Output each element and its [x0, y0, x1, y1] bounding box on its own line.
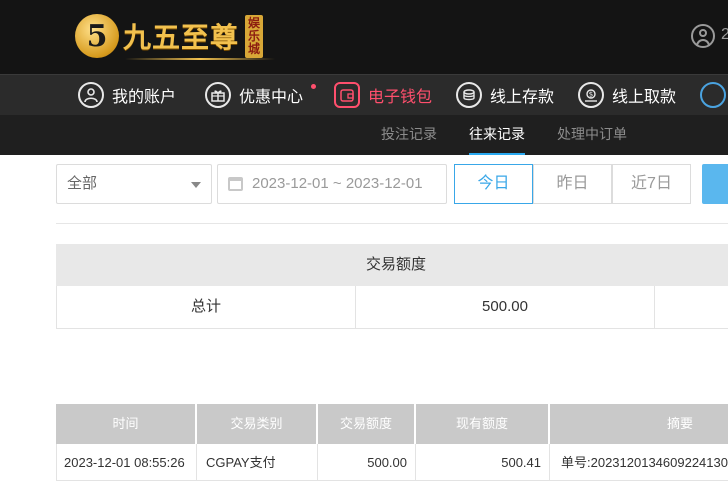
- table-row: 2023-12-01 08:55:26 CGPAY支付 500.00 500.4…: [56, 444, 728, 481]
- cell-divider: [654, 286, 655, 328]
- user-icon: [78, 82, 104, 108]
- nav-label: 我的账户: [112, 89, 177, 106]
- logo-underline: [125, 58, 275, 60]
- transactions-table-header: 时间 交易类别 交易额度 现有额度 摘要: [56, 404, 728, 444]
- calendar-icon: [228, 177, 243, 191]
- nav-online-deposit[interactable]: 线上存款: [456, 75, 554, 115]
- range-yesterday-button[interactable]: 昨日: [533, 164, 612, 204]
- brand-logo[interactable]: 5 九五至尊 娱乐城: [75, 8, 275, 64]
- tab-bet-records[interactable]: 投注记录: [381, 115, 437, 155]
- logo-text: 九五至尊: [123, 21, 240, 54]
- date-range-picker[interactable]: 2023-12-01 ~ 2023-12-01: [217, 164, 447, 204]
- summary-row: 总计 500.00: [56, 286, 728, 329]
- row-type: CGPAY支付: [206, 455, 276, 470]
- row-balance: 500.41: [501, 455, 541, 470]
- wallet-icon: [334, 82, 360, 108]
- row-summary: 单号:20231201346092241308: [561, 455, 728, 470]
- logo-subtitle: 娱乐城: [245, 14, 264, 58]
- nav-online-withdraw[interactable]: $ 线上取款: [578, 75, 676, 115]
- nav-label: 线上取款: [612, 89, 677, 106]
- search-button[interactable]: [702, 164, 728, 204]
- col-amount: 交易额度: [339, 416, 392, 431]
- divider: [56, 223, 728, 224]
- account-name-clipped[interactable]: 2: [721, 26, 728, 44]
- range-7days-button[interactable]: 近7日: [612, 164, 691, 204]
- col-type: 交易类别: [230, 416, 283, 431]
- main-nav: 我的账户 优惠中心 电子钱包 线上存款 $ 线上取款: [0, 74, 728, 115]
- tab-pending-orders[interactable]: 处理中订单: [557, 115, 627, 155]
- summary-header-label: 交易额度: [365, 256, 426, 273]
- account-avatar-icon[interactable]: [691, 24, 715, 48]
- notification-dot: [311, 84, 316, 89]
- cell-divider: [196, 444, 197, 481]
- nav-label: 优惠中心: [239, 89, 304, 106]
- nav-label: 电子钱包: [368, 89, 433, 106]
- col-time: 时间: [112, 416, 139, 431]
- cell-divider: [549, 444, 550, 481]
- row-time: 2023-12-01 08:55:26: [64, 455, 185, 470]
- cell-divider: [415, 444, 416, 481]
- deposit-icon: [456, 82, 482, 108]
- chevron-down-icon: [191, 182, 201, 188]
- withdraw-icon: $: [578, 82, 604, 108]
- date-range-value: 2023-12-01 ~ 2023-12-01: [252, 175, 423, 192]
- more-nav-icon: [700, 82, 726, 108]
- select-value: 全部: [67, 175, 98, 192]
- summary-header: 交易额度: [56, 244, 728, 286]
- gift-icon: [205, 82, 231, 108]
- logo-badge: 5: [75, 14, 119, 58]
- top-bar: 5 九五至尊 娱乐城 2: [0, 0, 728, 74]
- svg-text:$: $: [589, 91, 593, 99]
- col-balance: 现有额度: [455, 416, 508, 431]
- nav-more[interactable]: [700, 75, 728, 115]
- col-summary: 摘要: [666, 416, 693, 431]
- nav-e-wallet[interactable]: 电子钱包: [334, 75, 432, 115]
- range-today-button[interactable]: 今日: [454, 164, 533, 204]
- tab-transaction-records[interactable]: 往来记录: [469, 115, 525, 155]
- nav-my-account[interactable]: 我的账户: [78, 75, 176, 115]
- cell-divider: [317, 444, 318, 481]
- nav-promotions[interactable]: 优惠中心: [205, 75, 303, 115]
- nav-label: 线上存款: [490, 89, 555, 106]
- transaction-type-select[interactable]: 全部: [56, 164, 212, 204]
- row-amount: 500.00: [367, 455, 407, 470]
- sub-nav: 投注记录 往来记录 处理中订单: [0, 115, 728, 155]
- summary-total-label: 总计: [190, 298, 221, 315]
- summary-total-value: 500.00: [482, 298, 528, 315]
